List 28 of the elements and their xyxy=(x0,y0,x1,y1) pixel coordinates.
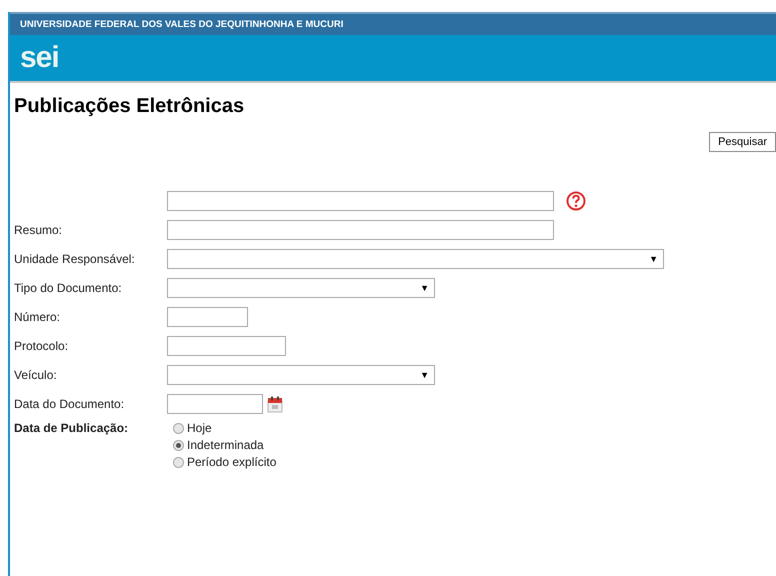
radio-button[interactable] xyxy=(173,456,184,468)
field-label: Veículo: xyxy=(14,368,57,382)
help-icon[interactable] xyxy=(566,191,586,211)
text-field[interactable] xyxy=(167,336,286,356)
field-label: Tipo do Documento: xyxy=(14,281,122,295)
field-label: Resumo: xyxy=(14,223,62,237)
radio-label[interactable]: Período explícito xyxy=(187,455,276,469)
search-button[interactable]: Pesquisar xyxy=(709,132,776,152)
text-field[interactable] xyxy=(167,191,554,211)
field-label: Data do Documento: xyxy=(14,397,124,411)
institution-name: UNIVERSIDADE FEDERAL DOS VALES DO JEQUITINHONHA E MUCURI xyxy=(20,19,344,30)
dropdown[interactable]: ▼ xyxy=(167,249,664,269)
field-label: Data de Publicação: xyxy=(14,421,128,435)
field-label: Número: xyxy=(14,310,60,324)
logo: sei xyxy=(20,43,59,73)
text-field[interactable] xyxy=(167,220,554,240)
field-label: Protocolo: xyxy=(14,339,68,353)
page-title: Publicações Eletrônicas xyxy=(14,95,246,118)
radio-label[interactable]: Indeterminada xyxy=(187,438,264,452)
date-field[interactable] xyxy=(167,394,263,414)
radio-label[interactable]: Hoje xyxy=(187,421,212,435)
text-field[interactable] xyxy=(167,307,248,327)
dropdown[interactable]: ▼ xyxy=(167,278,435,298)
calendar-icon[interactable] xyxy=(267,396,283,412)
radio-button[interactable] xyxy=(173,440,184,450)
dropdown[interactable]: ▼ xyxy=(167,365,435,385)
field-label: Unidade Responsável: xyxy=(14,252,135,266)
radio-button[interactable] xyxy=(173,422,184,434)
